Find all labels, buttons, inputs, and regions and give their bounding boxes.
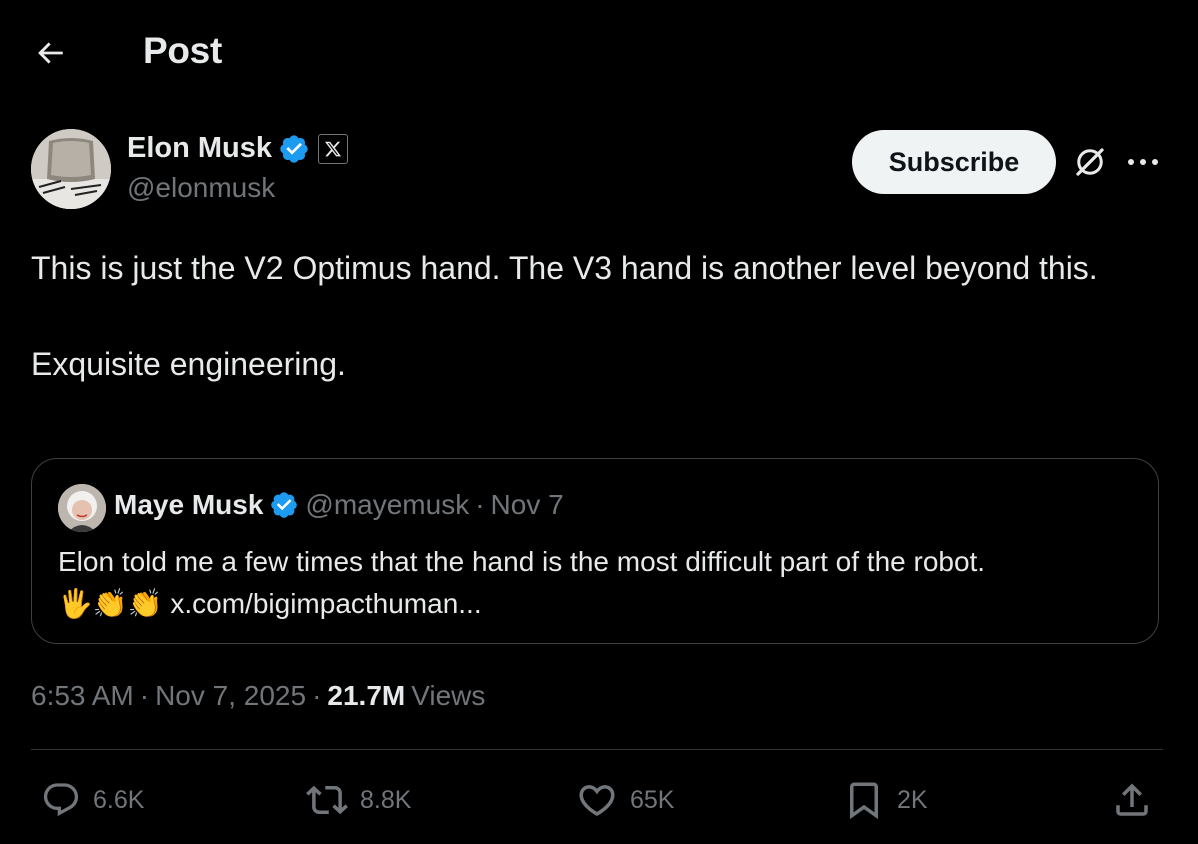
grok-icon xyxy=(1076,148,1104,176)
verified-badge-icon xyxy=(280,134,308,163)
quote-link[interactable]: x.com/bigimpacthuman... xyxy=(170,588,481,619)
views-label: Views xyxy=(411,680,486,711)
quote-author-avatar[interactable] xyxy=(58,484,106,532)
post-text: This is just the V2 Optimus hand. The V3… xyxy=(31,244,1151,388)
bookmark-icon xyxy=(850,782,878,820)
action-bar: 6.6K 8.8K 65K 2K xyxy=(31,770,1163,830)
quote-text-line: Elon told me a few times that the hand i… xyxy=(58,546,986,577)
author-name-row: Elon Musk xyxy=(127,132,349,165)
heart-icon xyxy=(579,785,615,817)
back-button[interactable] xyxy=(22,28,78,78)
separator-dot: · xyxy=(139,680,150,711)
affiliate-badge[interactable] xyxy=(318,133,349,164)
reply-count: 6.6K xyxy=(93,785,145,814)
reply-button[interactable]: 6.6K xyxy=(41,770,144,830)
subscribe-button[interactable]: Subscribe xyxy=(852,130,1056,194)
divider xyxy=(31,749,1163,750)
author-avatar[interactable] xyxy=(31,129,111,209)
bookmark-count: 2K xyxy=(897,785,928,814)
bookmark-button[interactable]: 2K xyxy=(843,770,928,830)
more-horizontal-icon xyxy=(1128,159,1158,165)
share-icon xyxy=(1116,783,1148,816)
x-logo-icon xyxy=(324,141,342,156)
quote-author-handle[interactable]: @mayemusk xyxy=(305,489,469,521)
quoted-post[interactable]: Maye Musk @mayemusk · Nov 7 Elon told me… xyxy=(31,458,1159,644)
post-text-line: This is just the V2 Optimus hand. The V3… xyxy=(31,250,1098,286)
page-title: Post xyxy=(143,30,222,71)
post-time[interactable]: 6:53 AM xyxy=(31,680,134,712)
repost-count: 8.8K xyxy=(360,785,412,814)
grok-button[interactable] xyxy=(1070,142,1110,182)
author-name[interactable]: Elon Musk xyxy=(127,132,272,165)
reply-icon xyxy=(43,783,79,817)
quote-emojis: 🖐👏👏 xyxy=(58,588,163,619)
quote-author-name[interactable]: Maye Musk xyxy=(114,489,263,521)
views-count: 21.7M xyxy=(327,680,406,711)
author-handle[interactable]: @elonmusk xyxy=(127,172,275,204)
repost-icon xyxy=(306,785,348,815)
quote-date[interactable]: Nov 7 xyxy=(491,489,564,521)
quote-text: Elon told me a few times that the hand i… xyxy=(58,541,1138,625)
post-text-line: Exquisite engineering. xyxy=(31,346,346,382)
post-date[interactable]: Nov 7, 2025 xyxy=(155,680,306,712)
like-button[interactable]: 65K xyxy=(576,770,674,830)
verified-badge-icon xyxy=(271,492,298,518)
share-button[interactable] xyxy=(1111,770,1153,830)
arrow-left-icon xyxy=(38,42,63,64)
quote-header: Maye Musk @mayemusk · Nov 7 xyxy=(114,489,564,521)
separator-dot: · xyxy=(312,680,322,711)
repost-button[interactable]: 8.8K xyxy=(306,770,411,830)
like-count: 65K xyxy=(630,785,675,814)
more-options-button[interactable] xyxy=(1120,142,1166,182)
separator-dot: · xyxy=(475,489,485,520)
post-meta: 6:53 AM · Nov 7, 2025 · 21.7M Views xyxy=(31,680,485,712)
